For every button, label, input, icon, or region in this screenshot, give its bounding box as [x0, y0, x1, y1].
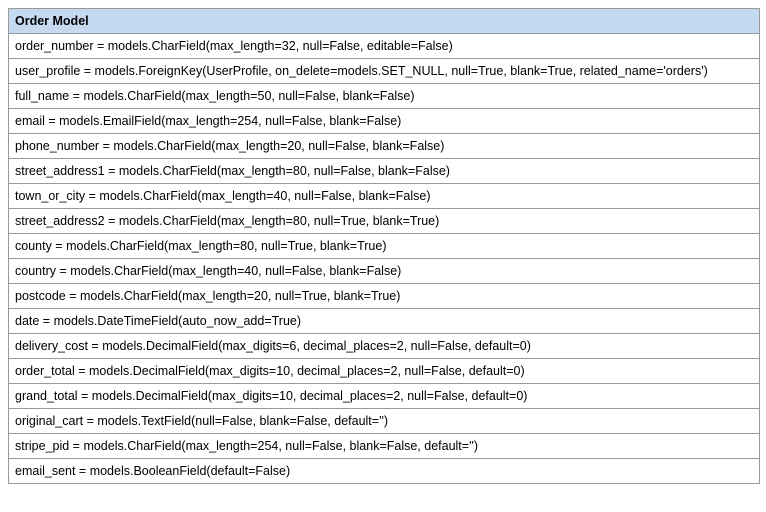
field-definition: order_number = models.CharField(max_leng… — [8, 33, 760, 59]
table-row: town_or_city = models.CharField(max_leng… — [8, 183, 760, 209]
field-definition: delivery_cost = models.DecimalField(max_… — [8, 333, 760, 359]
table-row: email = models.EmailField(max_length=254… — [8, 108, 760, 134]
table-row: order_number = models.CharField(max_leng… — [8, 33, 760, 59]
table-row: street_address1 = models.CharField(max_l… — [8, 158, 760, 184]
field-definition: original_cart = models.TextField(null=Fa… — [8, 408, 760, 434]
table-row: street_address2 = models.CharField(max_l… — [8, 208, 760, 234]
field-definition: email = models.EmailField(max_length=254… — [8, 108, 760, 134]
field-definition: phone_number = models.CharField(max_leng… — [8, 133, 760, 159]
field-definition: postcode = models.CharField(max_length=2… — [8, 283, 760, 309]
table-row: original_cart = models.TextField(null=Fa… — [8, 408, 760, 434]
field-definition: order_total = models.DecimalField(max_di… — [8, 358, 760, 384]
table-row: stripe_pid = models.CharField(max_length… — [8, 433, 760, 459]
table-row: country = models.CharField(max_length=40… — [8, 258, 760, 284]
field-definition: street_address1 = models.CharField(max_l… — [8, 158, 760, 184]
field-definition: county = models.CharField(max_length=80,… — [8, 233, 760, 259]
table-title: Order Model — [8, 8, 760, 34]
field-definition: date = models.DateTimeField(auto_now_add… — [8, 308, 760, 334]
table-row: email_sent = models.BooleanField(default… — [8, 458, 760, 484]
order-model-table: Order Model order_number = models.CharFi… — [8, 8, 760, 484]
table-row: order_total = models.DecimalField(max_di… — [8, 358, 760, 384]
field-definition: town_or_city = models.CharField(max_leng… — [8, 183, 760, 209]
field-definition: stripe_pid = models.CharField(max_length… — [8, 433, 760, 459]
field-definition: email_sent = models.BooleanField(default… — [8, 458, 760, 484]
field-definition: full_name = models.CharField(max_length=… — [8, 83, 760, 109]
table-row: delivery_cost = models.DecimalField(max_… — [8, 333, 760, 359]
table-row: county = models.CharField(max_length=80,… — [8, 233, 760, 259]
table-row: postcode = models.CharField(max_length=2… — [8, 283, 760, 309]
field-definition: grand_total = models.DecimalField(max_di… — [8, 383, 760, 409]
field-definition: street_address2 = models.CharField(max_l… — [8, 208, 760, 234]
table-row: grand_total = models.DecimalField(max_di… — [8, 383, 760, 409]
table-row: user_profile = models.ForeignKey(UserPro… — [8, 58, 760, 84]
table-row: full_name = models.CharField(max_length=… — [8, 83, 760, 109]
table-row: phone_number = models.CharField(max_leng… — [8, 133, 760, 159]
field-definition: user_profile = models.ForeignKey(UserPro… — [8, 58, 760, 84]
table-row: date = models.DateTimeField(auto_now_add… — [8, 308, 760, 334]
table-header-row: Order Model — [8, 8, 760, 34]
field-definition: country = models.CharField(max_length=40… — [8, 258, 760, 284]
